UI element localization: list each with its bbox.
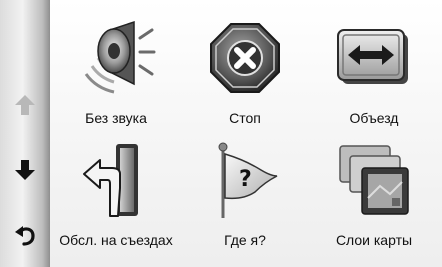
- detour-label: Объезд: [349, 110, 399, 126]
- scroll-down-button[interactable]: [8, 153, 42, 187]
- mute-label: Без звука: [85, 110, 147, 126]
- svg-text:?: ?: [239, 167, 252, 192]
- map-layers-button[interactable]: Слои карты: [314, 140, 434, 258]
- where-am-i-label: Где я?: [224, 232, 266, 248]
- stop-button[interactable]: Стоп: [185, 18, 305, 136]
- where-am-i-button[interactable]: ? Где я?: [185, 140, 305, 258]
- arrow-down-icon: [15, 160, 35, 180]
- exit-services-icon: [83, 144, 138, 217]
- detour-icon: [337, 29, 408, 84]
- stop-icon: [210, 23, 280, 93]
- scroll-up-button[interactable]: [8, 88, 42, 122]
- exit-services-label: Обсл. на съездах: [59, 232, 173, 248]
- mute-button[interactable]: Без звука: [56, 18, 176, 136]
- map-layers-label: Слои карты: [335, 232, 413, 248]
- stop-label: Стоп: [229, 110, 261, 126]
- arrow-up-icon: [15, 95, 35, 115]
- back-button[interactable]: [8, 218, 42, 252]
- navigation-sidebar: [0, 0, 50, 267]
- speaker-mute-icon: [84, 20, 156, 94]
- where-am-i-icon: ?: [218, 142, 278, 218]
- detour-button[interactable]: Объезд: [314, 18, 434, 136]
- map-layers-icon: [339, 145, 409, 215]
- back-icon: [15, 226, 35, 246]
- exit-services-button[interactable]: Обсл. на съездах: [56, 140, 176, 258]
- tools-menu-screen: Без звука Стоп Объезд Обсл. на съездах ?…: [0, 0, 442, 267]
